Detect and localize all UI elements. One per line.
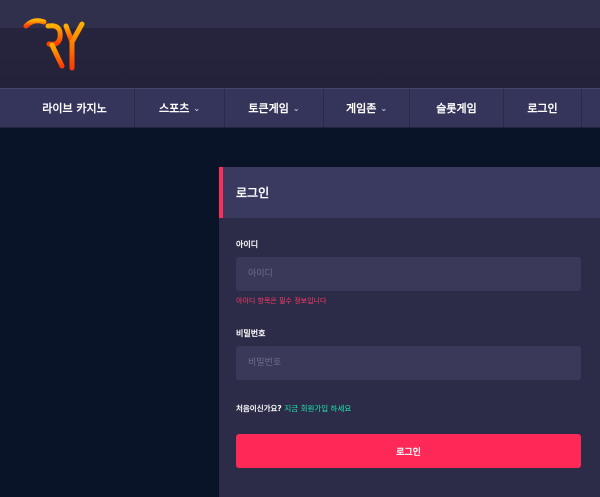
- nav-item-3[interactable]: 토큰게임 ⌄: [225, 89, 324, 127]
- header-bar: [0, 0, 600, 88]
- nav-item-2[interactable]: 스포츠 ⌄: [135, 89, 225, 127]
- nav-item-5[interactable]: 슬롯게임: [410, 89, 504, 127]
- chevron-down-icon: ⌄: [292, 103, 300, 113]
- username-error-text: 아이디 항목은 필수 정보입니다: [236, 297, 327, 305]
- login-panel: 로그인 아이디 아이디 항목은 필수 정보입니다 비밀번호 처음이신가요? 지금…: [219, 167, 600, 497]
- nav-item-label: 게임존: [345, 102, 377, 115]
- nav-item-label: 슬롯게임: [436, 102, 477, 115]
- password-label: 비밀번호: [236, 329, 266, 338]
- nav-item-1[interactable]: 라이브 카지노: [0, 89, 135, 127]
- password-input[interactable]: [236, 346, 581, 380]
- nav-item-4[interactable]: 게임존 ⌄: [324, 89, 410, 127]
- try-logo[interactable]: [22, 12, 88, 74]
- main-nav: 라이브 카지노 스포츠 ⌄ 토큰게임 ⌄ 게임존 ⌄ 슬롯게임 로그인: [0, 88, 600, 128]
- login-panel-title: 로그인: [219, 167, 600, 218]
- nav-item-label: 스포츠: [158, 102, 190, 115]
- nav-item-label: 토큰게임: [248, 102, 289, 115]
- nav-item-label: 라이브 카지노: [42, 102, 107, 115]
- signup-link[interactable]: 지금 회원가입 하세요: [284, 404, 351, 413]
- signup-prompt: 처음이신가요?: [236, 404, 282, 413]
- header-top-strip: [0, 0, 600, 28]
- login-submit-button[interactable]: 로그인: [236, 434, 581, 468]
- chevron-down-icon: ⌄: [380, 103, 388, 113]
- username-label: 아이디: [236, 240, 259, 249]
- nav-item-6[interactable]: 로그인: [504, 89, 582, 127]
- signup-row: 처음이신가요? 지금 회원가입 하세요: [236, 403, 351, 414]
- username-input[interactable]: [236, 257, 581, 291]
- nav-item-label: 로그인: [527, 102, 558, 115]
- chevron-down-icon: ⌄: [193, 103, 201, 113]
